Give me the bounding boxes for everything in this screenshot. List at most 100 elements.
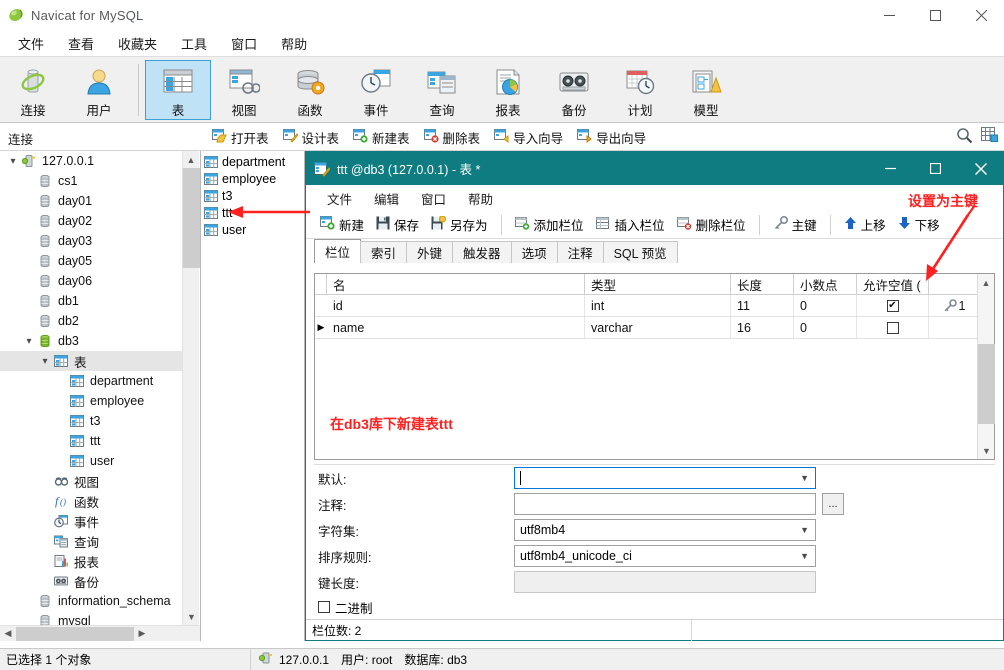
scrollbar-thumb[interactable] — [16, 626, 134, 641]
tree-node-[interactable]: f() 函数 — [0, 491, 183, 511]
chevron-down-icon[interactable]: ▼ — [800, 551, 809, 561]
grid-view-icon[interactable] — [981, 127, 998, 147]
tree-node-db2[interactable]: db2 — [0, 311, 183, 331]
tree-node-127001[interactable]: ▾ 127.0.0.1 — [0, 151, 183, 171]
child-menu-edit[interactable]: 编辑 — [363, 186, 410, 211]
toolbar-item-query[interactable]: 查询 — [409, 60, 475, 120]
toolbar-item-table[interactable]: 表 — [145, 60, 211, 120]
toolbar-item-model[interactable]: 模型 — [673, 60, 739, 120]
list-item[interactable]: employee — [201, 170, 304, 187]
toolbar-item-backup[interactable]: 备份 — [541, 60, 607, 120]
menu-tools[interactable]: 工具 — [169, 31, 219, 56]
toolbar-item-report[interactable]: 报表 — [475, 60, 541, 120]
child-menu-help[interactable]: 帮助 — [457, 186, 504, 211]
tab-2[interactable]: 外键 — [406, 241, 454, 263]
tree-node-user[interactable]: user — [0, 451, 183, 471]
cell-nullable-checkbox[interactable] — [857, 317, 929, 338]
menu-view[interactable]: 查看 — [56, 31, 106, 56]
search-icon[interactable] — [956, 127, 973, 147]
primary-key-button[interactable]: 主键 — [767, 213, 823, 236]
comment-input[interactable] — [514, 493, 816, 515]
scroll-up-icon[interactable]: ▲ — [183, 151, 199, 168]
toolbar-item-connection[interactable]: 连接 — [0, 60, 66, 120]
chevron-down-icon[interactable]: ▼ — [800, 525, 809, 535]
tree-node-cs1[interactable]: cs1 — [0, 171, 183, 191]
delete-table-button[interactable]: 删除表 — [418, 126, 487, 149]
tree-node-department[interactable]: department — [0, 371, 183, 391]
list-item[interactable]: ttt — [201, 204, 304, 221]
menu-help[interactable]: 帮助 — [269, 31, 319, 56]
chevron-down-icon[interactable]: ▾ — [22, 336, 36, 347]
comment-browse-button[interactable]: ... — [822, 493, 844, 515]
tab-0[interactable]: 栏位 — [314, 239, 362, 263]
chevron-down-icon[interactable]: ▾ — [6, 156, 20, 167]
cell-nullable-checkbox[interactable]: ✔ — [857, 295, 929, 316]
tree-vertical-scrollbar[interactable]: ▲ ▼ — [182, 151, 200, 625]
child-menu-window[interactable]: 窗口 — [410, 186, 457, 211]
chevron-down-icon[interactable]: ▼ — [800, 473, 809, 483]
scroll-down-icon[interactable]: ▼ — [183, 608, 200, 625]
charset-combo[interactable]: utf8mb4 ▼ — [514, 519, 816, 541]
scroll-up-icon[interactable]: ▲ — [978, 274, 994, 291]
tree-node-day01[interactable]: day01 — [0, 191, 183, 211]
nullable-checkbox[interactable] — [886, 321, 899, 334]
collation-combo[interactable]: utf8mb4_unicode_ci ▼ — [514, 545, 816, 567]
column-header-type[interactable]: 类型 — [585, 274, 731, 294]
child-minimize-button[interactable] — [868, 152, 913, 185]
tree-node-day03[interactable]: day03 — [0, 231, 183, 251]
tab-4[interactable]: 选项 — [510, 241, 558, 263]
list-item[interactable]: department — [201, 153, 304, 170]
toolbar-item-schedule[interactable]: 计划 — [607, 60, 673, 120]
design-table-button[interactable]: 设计表 — [277, 126, 346, 149]
column-header-name[interactable]: 名 — [327, 274, 585, 294]
scroll-down-icon[interactable]: ▼ — [978, 442, 995, 459]
delete-field-button[interactable]: 删除栏位 — [671, 213, 752, 236]
chevron-down-icon[interactable]: ▾ — [38, 356, 52, 367]
designer-tabs[interactable]: 栏位 索引 外键 触发器 选项 注释 SQL 预览 — [306, 239, 1003, 263]
cell-field-decimals[interactable]: 0 — [794, 295, 857, 316]
new-table-button[interactable]: 新建表 — [347, 126, 416, 149]
cell-field-name[interactable]: name — [327, 317, 585, 338]
tree-horizontal-scrollbar[interactable]: ◀ ▶ — [0, 625, 200, 641]
table-row[interactable]: id int 11 0 ✔ 1 — [315, 295, 994, 317]
close-button[interactable] — [958, 0, 1004, 30]
list-item[interactable]: user — [201, 221, 304, 238]
cell-field-decimals[interactable]: 0 — [794, 317, 857, 338]
cell-field-name[interactable]: id — [327, 295, 585, 316]
toolbar-item-function[interactable]: 函数 — [277, 60, 343, 120]
tree-node-[interactable]: 报表 — [0, 551, 183, 571]
save-as-button[interactable]: 另存为 — [425, 213, 494, 236]
move-up-button[interactable]: 上移 — [838, 213, 892, 236]
grid-vertical-scrollbar[interactable]: ▲ ▼ — [977, 274, 995, 459]
tree-node-[interactable]: 备份 — [0, 571, 183, 591]
column-header-decimals[interactable]: 小数点 — [794, 274, 857, 294]
add-field-button[interactable]: 添加栏位 — [509, 213, 590, 236]
tree-node-[interactable]: 查询 — [0, 531, 183, 551]
menu-file[interactable]: 文件 — [6, 31, 56, 56]
tree-node-day02[interactable]: day02 — [0, 211, 183, 231]
tree-node-[interactable]: ▾ 表 — [0, 351, 183, 371]
maximize-button[interactable] — [912, 0, 958, 30]
default-value-combo[interactable]: ▼ — [514, 467, 816, 489]
insert-field-button[interactable]: 插入栏位 — [590, 213, 671, 236]
tree-node-day06[interactable]: day06 — [0, 271, 183, 291]
binary-checkbox[interactable] — [318, 601, 330, 613]
tree-node-db3[interactable]: ▾ db3 — [0, 331, 183, 351]
tree-node-day05[interactable]: day05 — [0, 251, 183, 271]
scroll-left-icon[interactable]: ◀ — [0, 628, 16, 639]
scrollbar-thumb[interactable] — [183, 168, 200, 268]
cell-field-length[interactable]: 11 — [731, 295, 794, 316]
save-button[interactable]: 保存 — [370, 213, 425, 236]
column-header-key[interactable] — [929, 274, 979, 294]
list-item[interactable]: t3 — [201, 187, 304, 204]
move-down-button[interactable]: 下移 — [892, 213, 946, 236]
tab-3[interactable]: 触发器 — [452, 241, 512, 263]
column-header-nullable[interactable]: 允许空值 ( — [857, 274, 929, 294]
cell-field-type[interactable]: int — [585, 295, 731, 316]
tree-node-mysql[interactable]: mysql — [0, 611, 183, 625]
new-button[interactable]: 新建 — [314, 213, 370, 236]
menu-favorites[interactable]: 收藏夹 — [106, 31, 169, 56]
tree-node-t3[interactable]: t3 — [0, 411, 183, 431]
toolbar-item-event[interactable]: 事件 — [343, 60, 409, 120]
minimize-button[interactable] — [866, 0, 912, 30]
